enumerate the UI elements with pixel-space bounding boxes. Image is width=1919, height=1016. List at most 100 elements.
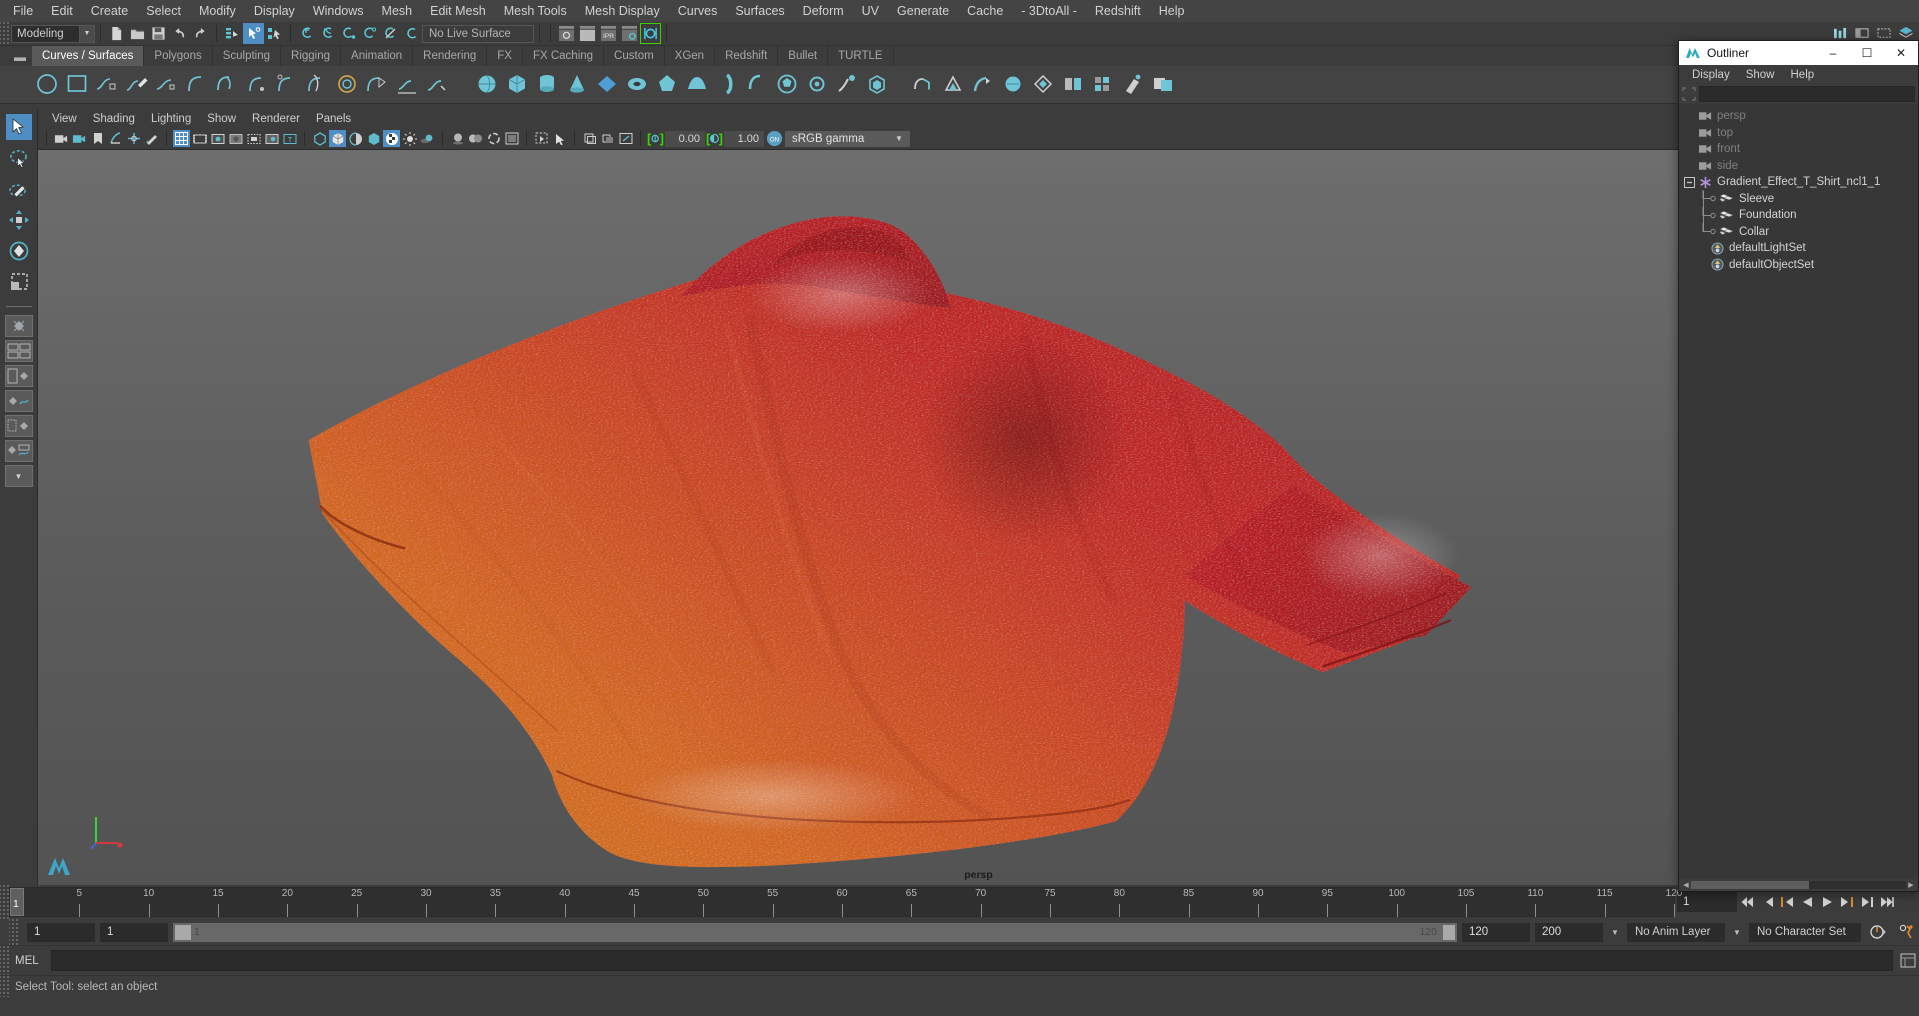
step-forward-frame-button[interactable] [1837,890,1857,914]
poly-pipe-icon[interactable] [714,71,742,99]
poly-boolean-icon[interactable] [1150,71,1178,99]
playback-start-field[interactable]: 1 [100,922,168,942]
bookmark-icon[interactable] [89,130,106,147]
menu-item-display[interactable]: Display [245,1,304,21]
step-forward-keyframe-button[interactable] [1857,890,1877,914]
maximize-button[interactable]: ☐ [1850,41,1884,65]
menu-item-3dtoall[interactable]: - 3DtoAll - [1012,1,1086,21]
boundary-surface-icon[interactable] [334,71,362,99]
shelf-tab-redshift[interactable]: Redshift [715,46,779,66]
snap-to-point-button[interactable] [338,23,359,44]
gate-mask-icon[interactable] [227,130,244,147]
poly-smooth-icon[interactable] [1000,71,1028,99]
poly-extrude-icon[interactable] [864,71,892,99]
poly-pyramid-icon[interactable] [684,71,712,99]
script-editor-button[interactable] [1897,950,1919,971]
exposure-gamma-reset-icon[interactable] [617,130,634,147]
menu-item-help[interactable]: Help [1150,1,1194,21]
menu-item-file[interactable]: File [4,1,42,21]
snap-to-curve-button[interactable] [317,23,338,44]
xray-active-components-icon[interactable] [599,130,616,147]
outliner-horizontal-scrollbar[interactable]: ◀ ▶ [1679,879,1918,891]
minimize-button[interactable]: – [1816,41,1850,65]
move-tool[interactable] [6,207,32,233]
menu-item-edit[interactable]: Edit [42,1,82,21]
pencil-curve-tool-icon[interactable] [124,71,152,99]
poly-soccer-ball-icon[interactable] [774,71,802,99]
chevron-down-icon[interactable]: ▼ [1730,928,1744,937]
collapse-expander-icon[interactable] [1681,176,1697,188]
use-all-lights-icon[interactable] [401,130,418,147]
outliner-item-top[interactable]: top [1679,125,1918,142]
ipr-render-button[interactable]: IPR [598,23,619,44]
shelf-tab-turtle[interactable]: TURTLE [828,46,894,66]
range-slider-left-handle[interactable] [175,924,191,940]
select-by-component-button[interactable] [264,23,285,44]
two-d-pan-zoom-icon[interactable] [125,130,142,147]
film-gate-mask-icon[interactable] [245,130,262,147]
textured-mode-icon[interactable] [383,130,400,147]
outliner-item-collar[interactable]: Collar [1679,223,1918,241]
command-line-gripper[interactable] [0,946,9,975]
outliner-menu-display[interactable]: Display [1684,68,1738,82]
perspective-viewport[interactable]: persp [38,150,1919,885]
rotate-tool[interactable] [6,238,32,264]
menu-item-generate[interactable]: Generate [888,1,958,21]
snap-to-projected-center-button[interactable] [359,23,380,44]
anti-alias-icon[interactable] [485,130,502,147]
outliner-item-front[interactable]: front [1679,141,1918,158]
go-to-end-button[interactable] [1877,890,1897,914]
poly-sphere-icon[interactable] [474,71,502,99]
revolve-surface-icon[interactable] [244,71,272,99]
shaded-wireframe-icon[interactable] [347,130,364,147]
image-plane-icon[interactable] [107,130,124,147]
poly-cube-icon[interactable] [504,71,532,99]
outliner-item-sleeve[interactable]: Sleeve [1679,190,1918,208]
wireframe-shading-icon[interactable] [311,130,328,147]
open-scene-button[interactable] [127,23,148,44]
play-forwards-button[interactable] [1817,890,1837,914]
layout-four-view-button[interactable] [4,340,33,362]
snap-to-view-plane-button[interactable] [380,23,401,44]
poly-reduce-icon[interactable] [1030,71,1058,99]
outliner-item-side[interactable]: side [1679,158,1918,175]
isolate-select-icon[interactable] [533,130,550,147]
undo-button[interactable] [169,23,190,44]
grease-pencil-icon[interactable] [143,130,160,147]
poly-prism-icon[interactable] [654,71,682,99]
range-slider[interactable]: 1 120 [173,922,1457,942]
poly-wedge-icon[interactable] [970,71,998,99]
menu-item-mesh-display[interactable]: Mesh Display [576,1,669,21]
poly-bridge-icon[interactable] [910,71,938,99]
layout-hypershade-button[interactable] [4,415,33,437]
select-by-hierarchy-button[interactable] [222,23,243,44]
poly-cone-icon[interactable] [564,71,592,99]
scroll-left-arrow-icon[interactable]: ◀ [1681,881,1691,889]
menu-item-select[interactable]: Select [137,1,190,21]
shelf-tab-custom[interactable]: Custom [604,46,665,66]
exposure-value-field[interactable]: 0.00 [665,130,705,147]
lasso-select-tool[interactable] [6,145,32,171]
shelf-tab-sculpting[interactable]: Sculpting [212,46,282,66]
range-slider-right-handle[interactable] [1443,924,1455,940]
outliner-item-defaultobjectset[interactable]: defaultObjectSet [1679,257,1918,274]
menu-set-selector[interactable]: Modeling ▼ [11,24,95,43]
use-default-material-icon[interactable] [365,130,382,147]
menu-item-mesh[interactable]: Mesh [373,1,422,21]
loft-surface-icon[interactable] [184,71,212,99]
shelf-tab-polygons[interactable]: Polygons [144,46,213,66]
sculpt-tool-icon[interactable] [834,71,862,99]
range-start-field[interactable]: 1 [27,922,95,942]
toggle-render-view-button[interactable] [640,23,661,44]
birail-surface-icon[interactable] [274,71,302,99]
outliner-item-foundation[interactable]: Foundation [1679,206,1918,224]
exposure-icon[interactable] [263,130,280,147]
outliner-search-input[interactable] [1699,86,1915,102]
shelf-tab-xgen[interactable]: XGen [664,46,716,66]
menu-item-cache[interactable]: Cache [958,1,1012,21]
gamma-value-field[interactable]: 1.00 [724,130,764,147]
shelf-tab-fx[interactable]: FX [487,46,523,66]
animation-preferences-button[interactable] [1895,922,1919,942]
outliner-menu-show[interactable]: Show [1738,68,1783,82]
extrude-surface-icon[interactable] [304,71,332,99]
